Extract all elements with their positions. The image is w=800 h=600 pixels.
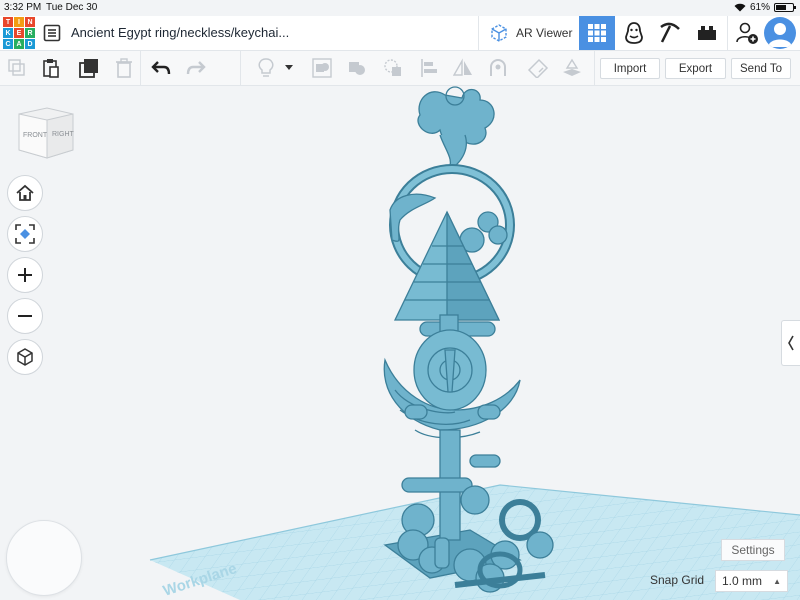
perspective-toggle-button[interactable] (7, 339, 43, 375)
home-view-button[interactable] (7, 175, 43, 211)
cube-icon (17, 348, 33, 366)
shapes-panel-toggle[interactable] (781, 320, 800, 366)
snap-grid-label: Snap Grid (650, 573, 705, 587)
viewcube-front-label: FRONT (23, 132, 48, 139)
workplane-settings-button[interactable]: Settings (721, 539, 785, 561)
fit-view-button[interactable] (7, 216, 43, 252)
minus-icon (18, 315, 32, 317)
snap-grid-value: 1.0 mm (722, 574, 763, 588)
zoom-in-button[interactable] (7, 257, 43, 293)
home-icon (16, 184, 34, 201)
fit-all-icon (15, 224, 35, 244)
plus-icon (18, 268, 32, 282)
snap-grid-select[interactable]: 1.0 mm ▲ (715, 570, 788, 592)
orbit-joystick[interactable] (6, 520, 82, 596)
zoom-out-button[interactable] (7, 298, 43, 334)
viewcube-right-label: RIGHT (52, 131, 75, 138)
chevron-left-icon (788, 335, 794, 351)
viewcube[interactable]: FRONT RIGHT (15, 106, 77, 164)
3d-viewport[interactable]: Workplane (0, 0, 800, 600)
caret-up-icon: ▲ (773, 577, 781, 586)
